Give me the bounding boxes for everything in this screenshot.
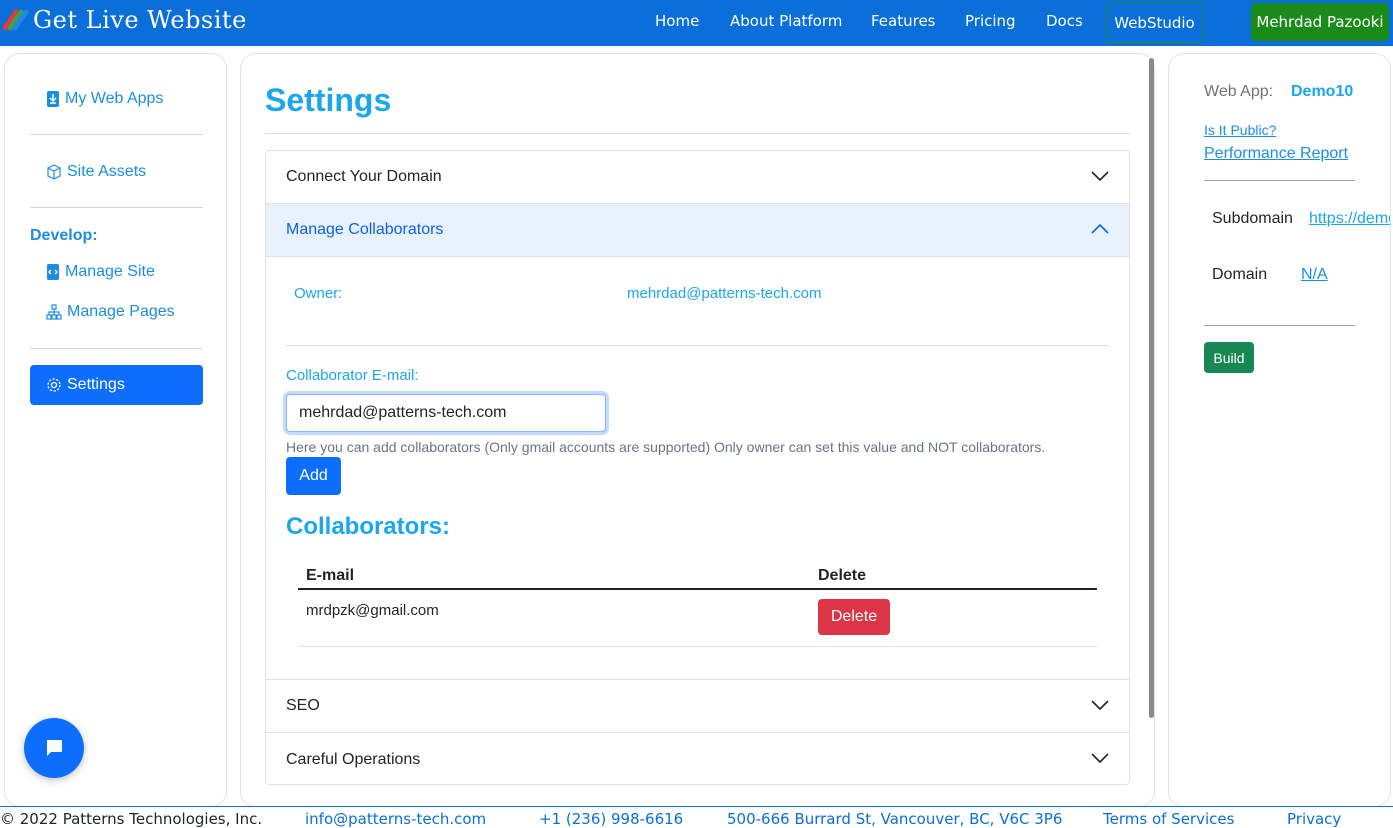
accordion-title: Careful Operations [286, 750, 421, 768]
sidebar-item-manage-site[interactable]: Manage Site [46, 263, 155, 281]
sidebar-section-develop: Develop: [30, 227, 98, 244]
sidebar-item-my-web-apps[interactable]: My Web Apps [46, 90, 163, 108]
main-scrollbar[interactable] [1149, 58, 1154, 718]
gear-icon [47, 378, 61, 392]
sidebar-divider [30, 134, 203, 135]
left-sidebar: My Web Apps Site Assets Develop: Manage … [4, 53, 227, 807]
nav-about-platform[interactable]: About Platform [730, 12, 842, 30]
title-divider [265, 133, 1130, 134]
performance-report-link[interactable]: Performance Report [1204, 145, 1348, 163]
owner-label: Owner: [294, 285, 343, 302]
table-header-email: E-mail [306, 567, 355, 584]
accordion-seo[interactable]: SEO [266, 680, 1129, 733]
box-icon [47, 164, 61, 180]
footer-terms-link[interactable]: Terms of Services [1103, 810, 1234, 828]
collaborator-email-cell: mrdpzk@gmail.com [306, 602, 439, 619]
nav-docs[interactable]: Docs [1046, 12, 1083, 30]
chevron-down-icon [1091, 171, 1109, 182]
chevron-down-icon [1091, 753, 1109, 764]
is-public-link[interactable]: Is It Public? [1204, 122, 1276, 138]
footer-copyright: © 2022 Patterns Technologies, Inc. [0, 810, 263, 828]
collaborator-help-text: Here you can add collaborators (Only gma… [286, 439, 1046, 455]
accordion-connect-domain[interactable]: Connect Your Domain [266, 151, 1129, 204]
add-collaborator-button[interactable]: Add [286, 457, 341, 495]
sidebar-divider [30, 348, 203, 349]
app-info-panel: Web App: Demo10 Is It Public? Performanc… [1168, 53, 1391, 807]
nav-pricing[interactable]: Pricing [965, 12, 1016, 30]
sidebar-item-label: Manage Site [65, 263, 155, 280]
sidebar-item-site-assets[interactable]: Site Assets [46, 163, 146, 181]
accordion-title: Manage Collaborators [286, 221, 444, 238]
sidebar-item-label: Settings [67, 376, 125, 393]
settings-panel: Settings Connect Your Domain Manage Coll… [240, 53, 1155, 807]
web-app-name: Demo10 [1291, 83, 1354, 100]
sitemap-icon [46, 304, 62, 320]
nav-home[interactable]: Home [655, 12, 699, 30]
subdomain-link[interactable]: https://demo10 [1309, 210, 1390, 228]
accordion-title: SEO [286, 697, 320, 714]
collaborators-heading: Collaborators: [286, 513, 451, 540]
table-row-divider [298, 646, 1097, 647]
footer-email-link[interactable]: info@patterns-tech.com [305, 810, 486, 828]
build-button[interactable]: Build [1204, 342, 1254, 373]
subdomain-label: Subdomain [1212, 210, 1293, 227]
chevron-up-icon [1091, 223, 1109, 234]
domain-label: Domain [1212, 266, 1268, 283]
web-app-label: Web App: [1204, 83, 1274, 100]
chat-button[interactable] [24, 718, 84, 778]
collaborator-email-label: Collaborator E-mail: [286, 367, 419, 384]
brand-name: Get Live Website [33, 6, 247, 34]
nav-features[interactable]: Features [871, 12, 936, 30]
sidebar-item-label: Site Assets [67, 163, 147, 180]
accordion-title: Connect Your Domain [286, 168, 442, 185]
accordion-careful-operations[interactable]: Careful Operations [266, 733, 1129, 784]
accordion-manage-collaborators[interactable]: Manage Collaborators [266, 204, 1129, 257]
delete-collaborator-button[interactable]: Delete [818, 599, 890, 635]
owner-email: mehrdad@patterns-tech.com [627, 285, 822, 302]
sidebar-item-label: Manage Pages [67, 303, 175, 320]
nav-webstudio[interactable]: WebStudio [1106, 3, 1203, 43]
brand[interactable]: Get Live Website [1, 6, 247, 34]
sidebar-item-settings[interactable]: Settings [30, 365, 203, 405]
right-divider [1204, 325, 1355, 326]
table-header-delete: Delete [818, 567, 867, 584]
top-navbar: Get Live Website Home About Platform Fea… [0, 0, 1393, 46]
chevron-down-icon [1091, 700, 1109, 711]
footer-privacy-link[interactable]: Privacy [1287, 810, 1341, 828]
owner-divider [286, 345, 1109, 346]
collaborators-body: Owner: mehrdad@patterns-tech.com Collabo… [266, 257, 1129, 680]
footer-address: 500-666 Burrard St, Vancouver, BC, V6C 3… [727, 810, 1063, 828]
sidebar-item-label: My Web Apps [65, 90, 164, 107]
domain-link[interactable]: N/A [1301, 266, 1328, 284]
collaborator-email-input[interactable] [286, 394, 606, 432]
sidebar-item-manage-pages[interactable]: Manage Pages [46, 303, 175, 321]
table-header-divider [298, 588, 1097, 590]
sidebar-divider [30, 207, 203, 208]
page-title: Settings [265, 82, 392, 118]
footer-phone-link[interactable]: +1 (236) 998-6616 [539, 810, 683, 828]
brand-logo-icon [1, 6, 30, 34]
right-divider [1204, 180, 1355, 181]
chat-icon [47, 740, 62, 756]
footer: © 2022 Patterns Technologies, Inc. info@… [0, 806, 1393, 828]
user-menu-button[interactable]: Mehrdad Pazooki [1251, 3, 1389, 41]
file-download-icon [47, 91, 59, 107]
code-file-icon [47, 264, 59, 280]
settings-accordion: Connect Your Domain Manage Collaborators… [265, 150, 1130, 785]
